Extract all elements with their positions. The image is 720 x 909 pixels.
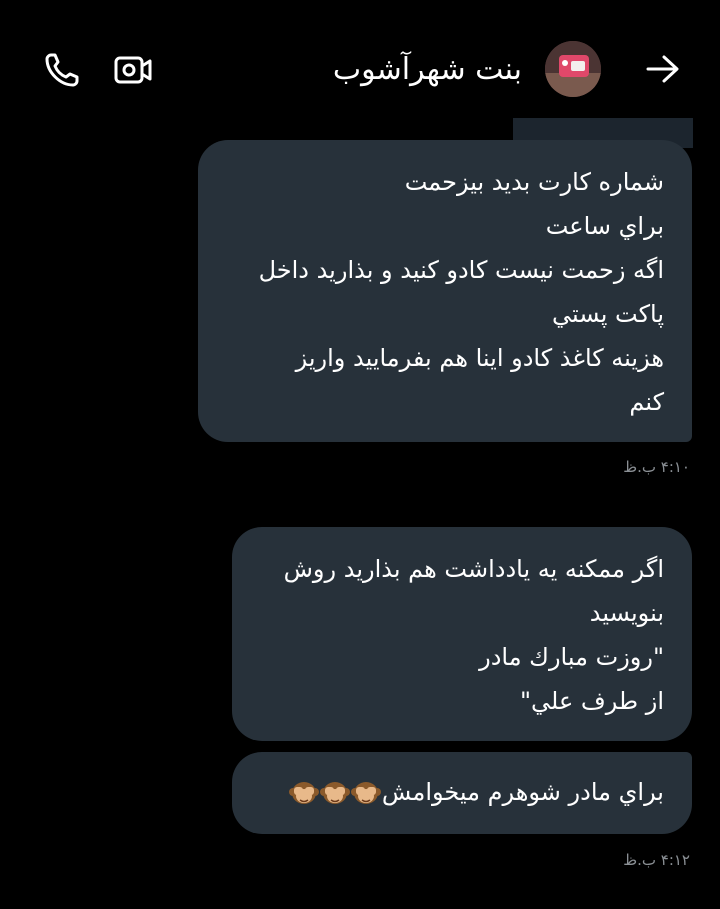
message-bubble[interactable]: براي مادر شوهرم ميخوامش: [232, 752, 692, 834]
arrow-right-icon: [646, 55, 679, 83]
contact-name[interactable]: بنت شهرآشوب: [333, 50, 522, 90]
phone-icon: [45, 53, 79, 87]
message-bubble[interactable]: شماره كارت بديد بيزحمت براي ساعت اگه زحم…: [198, 140, 692, 442]
video-camera-icon: [114, 56, 152, 84]
message-line: "روزت مبارك مادر: [479, 643, 664, 671]
message-line: پاكت پستي: [552, 300, 664, 328]
message-line: از طرف علي": [519, 687, 664, 715]
video-call-button[interactable]: [111, 48, 155, 92]
see-no-evil-monkey-icon: [350, 776, 381, 820]
message-line: كنم: [629, 388, 664, 416]
back-button[interactable]: [640, 46, 686, 92]
chat-header: بنت شهرآشوب: [0, 0, 720, 135]
message-line: براي مادر شوهرم ميخوامش: [252, 770, 664, 820]
message-line: شماره كارت بديد بيزحمت: [404, 168, 664, 196]
avatar-image: [545, 41, 601, 97]
message-text: براي مادر شوهرم ميخوامش: [381, 778, 664, 806]
see-no-evil-monkey-icon: [288, 776, 319, 820]
message-timestamp: ۴:۱۰ ب.ظ: [623, 458, 690, 476]
call-button[interactable]: [40, 48, 84, 92]
message-line: اگر ممكنه يه يادداشت هم بذاريد روش: [283, 555, 664, 583]
message-line: اگه زحمت نيست كادو كنيد و بذاريد داخل: [258, 256, 664, 284]
see-no-evil-monkey-icon: [319, 776, 350, 820]
message-line: بنويسيد: [589, 599, 664, 627]
message-line: هزينه كاغذ كادو اينا هم بفرماييد واريز: [295, 344, 664, 372]
message-timestamp: ۴:۱۲ ب.ظ: [623, 851, 690, 869]
message-bubble[interactable]: اگر ممكنه يه يادداشت هم بذاريد روش بنويس…: [232, 527, 692, 741]
avatar[interactable]: [545, 41, 601, 97]
message-line: براي ساعت: [545, 212, 664, 240]
